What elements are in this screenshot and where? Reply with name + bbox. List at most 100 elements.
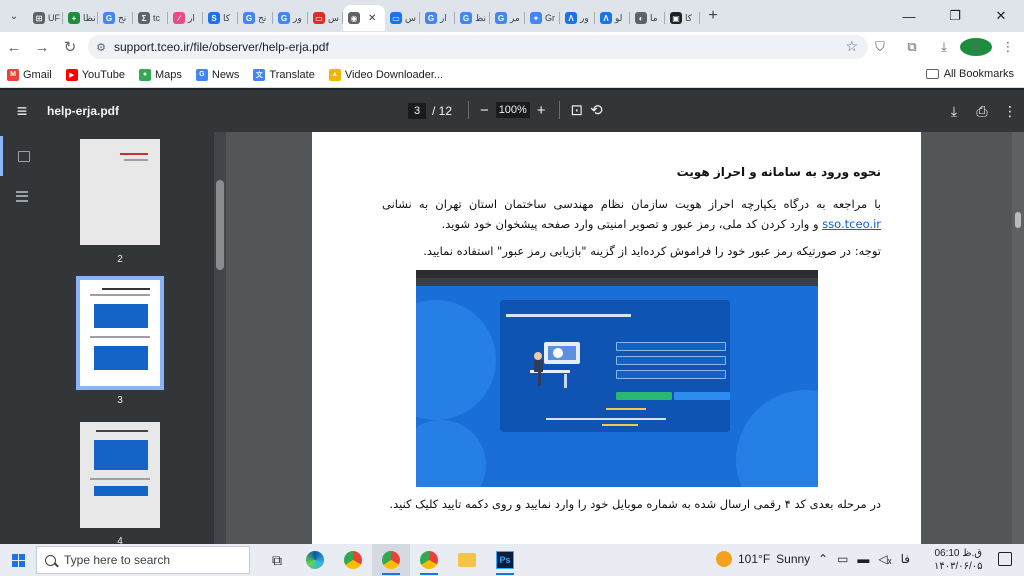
thumbnail-label: 3 xyxy=(117,395,123,406)
tab[interactable]: Λ لو xyxy=(595,5,630,31)
tab-title: UF xyxy=(48,13,60,23)
minimize-button[interactable]: — xyxy=(886,0,932,32)
zoom-input[interactable]: 100% xyxy=(495,102,530,118)
bookmark-item[interactable]: ▲ Video Downloader... xyxy=(322,63,450,87)
tab[interactable]: G نح xyxy=(98,5,133,31)
language-indicator[interactable]: فا xyxy=(901,552,910,566)
bookmark-item[interactable]: G News xyxy=(189,63,247,87)
chrome-app[interactable] xyxy=(334,544,372,576)
bookmark-item[interactable]: M Gmail xyxy=(0,63,59,87)
decoration xyxy=(606,408,646,410)
tab[interactable]: S کا xyxy=(203,5,238,31)
bookmark-favicon-icon: ▶ xyxy=(65,68,78,81)
tab[interactable]: ▭ س xyxy=(385,5,420,31)
fit-page-icon[interactable]: ⊡ xyxy=(571,101,584,119)
thumbnails-view-button[interactable] xyxy=(0,136,44,176)
bookmark-star-icon[interactable]: ☆ xyxy=(845,38,858,55)
zoom-out-button[interactable]: − xyxy=(480,102,489,119)
paragraph-note: توجه: در صورتیکه رمز عبور خود را فراموش … xyxy=(423,244,881,258)
tab[interactable]: G مر xyxy=(490,5,525,31)
tab[interactable]: ▭ س xyxy=(308,5,343,31)
tab[interactable]: ⊞ UF xyxy=(28,5,63,31)
decoration xyxy=(90,478,150,480)
edge-icon xyxy=(306,551,324,569)
decoration xyxy=(416,420,486,487)
reload-button[interactable]: ↻ xyxy=(56,33,84,61)
thumbnail-page-2[interactable] xyxy=(80,139,160,245)
thumbnail-scrollbar[interactable] xyxy=(214,132,226,544)
bookmark-item[interactable]: 文 Translate xyxy=(246,63,321,87)
extensions-puzzle-icon[interactable]: ⧉ xyxy=(896,39,928,55)
decoration xyxy=(674,392,730,400)
tab-title: ور xyxy=(293,12,302,23)
bookmark-favicon-icon: M xyxy=(7,68,19,81)
edge-app[interactable] xyxy=(296,544,334,576)
site-info-icon[interactable]: ⚙ xyxy=(88,41,114,54)
tab[interactable]: + نظا xyxy=(63,5,98,31)
tab[interactable]: Σtc xyxy=(133,5,168,31)
battery-icon[interactable]: ▬ xyxy=(857,552,869,566)
notification-icon[interactable] xyxy=(998,552,1012,566)
menu-hamburger-icon[interactable]: ≡ xyxy=(0,101,44,122)
tab[interactable]: G نظ xyxy=(455,5,490,31)
shield-extension-icon[interactable]: ⛉ xyxy=(864,39,896,55)
all-bookmarks-button[interactable]: All Bookmarks xyxy=(925,68,1014,80)
thumbnail-page-4[interactable] xyxy=(80,422,160,528)
bookmark-label: News xyxy=(211,68,240,81)
network-icon[interactable]: ▭ xyxy=(837,552,848,566)
pdf-download-icon[interactable]: ⤓ xyxy=(940,103,968,120)
viewer-scrollbar[interactable] xyxy=(1012,132,1024,544)
photoshop-app[interactable]: Ps xyxy=(486,544,524,576)
forward-button[interactable]: → xyxy=(28,33,56,61)
download-icon[interactable]: ⤓ xyxy=(928,39,960,55)
tab[interactable]: ∕ ار xyxy=(168,5,203,31)
tab[interactable]: ▣ کا xyxy=(665,5,700,31)
chevron-up-icon[interactable]: ⌃ xyxy=(818,552,828,566)
page-number-input[interactable]: 3 xyxy=(408,103,426,119)
tab[interactable]: Λ ور xyxy=(560,5,595,31)
chrome-app-active[interactable] xyxy=(372,544,410,576)
tab[interactable]: G ار xyxy=(420,5,455,31)
scrollbar-thumb[interactable] xyxy=(1015,212,1021,228)
rotate-icon[interactable]: ⟲ xyxy=(590,101,603,119)
back-button[interactable]: ← xyxy=(0,33,28,61)
print-icon[interactable]: ⎙ xyxy=(968,103,996,120)
chrome-app-window[interactable] xyxy=(410,544,448,576)
bookmark-item[interactable]: ● Maps xyxy=(132,63,189,87)
tab[interactable]: ✦ Gr xyxy=(525,5,560,31)
outline-view-button[interactable] xyxy=(0,176,44,216)
weather-widget[interactable]: 101°F Sunny xyxy=(716,551,810,567)
maximize-button[interactable]: ❐ xyxy=(932,0,978,32)
volume-icon[interactable]: ◁ₓ xyxy=(878,552,891,566)
start-button[interactable] xyxy=(0,544,36,576)
tab-title: ار xyxy=(188,12,195,23)
search-icon xyxy=(45,554,56,566)
task-view-button[interactable]: ⧉ xyxy=(258,544,296,576)
bookmark-item[interactable]: ▶ YouTube xyxy=(59,63,132,87)
tab-active[interactable]: ◉ ✕ xyxy=(343,5,385,31)
sso-link[interactable]: sso.tceo.ir xyxy=(822,217,881,231)
more-menu-icon[interactable]: ⋮ xyxy=(992,39,1024,55)
decoration xyxy=(102,288,150,290)
tab-search-chevron-icon[interactable]: ⌄ xyxy=(0,0,28,32)
tab-title: لو xyxy=(615,12,623,23)
close-window-button[interactable]: ✕ xyxy=(978,0,1024,32)
taskbar-search-box[interactable]: Type here to search xyxy=(36,546,250,574)
system-tray: ⌃ ▭ ▬ ◁ₓ فا xyxy=(818,552,910,566)
tab[interactable]: ◐ ما xyxy=(630,5,665,31)
decoration xyxy=(94,486,148,496)
file-explorer-app[interactable] xyxy=(448,544,486,576)
tab-close-icon[interactable]: ✕ xyxy=(368,13,376,24)
thumbnail-page-3[interactable] xyxy=(76,276,164,390)
zoom-in-button[interactable]: + xyxy=(537,102,546,119)
profile-button[interactable]: S xyxy=(960,38,992,56)
windows-logo-icon xyxy=(11,553,25,567)
address-bar[interactable]: ⚙ support.tceo.ir/file/observer/help-erj… xyxy=(88,35,868,59)
page-heading: نحوه ورود به سامانه و احراز هویت xyxy=(676,165,881,179)
tab[interactable]: G ور xyxy=(273,5,308,31)
scrollbar-thumb[interactable] xyxy=(216,180,224,270)
new-tab-button[interactable]: + xyxy=(700,7,726,25)
tab[interactable]: G نح xyxy=(238,5,273,31)
clock[interactable]: ق.ظ 06:10 ۱۴۰۳/۰۶/۰۵ xyxy=(934,547,983,573)
pdf-more-icon[interactable]: ⋮ xyxy=(996,103,1024,120)
